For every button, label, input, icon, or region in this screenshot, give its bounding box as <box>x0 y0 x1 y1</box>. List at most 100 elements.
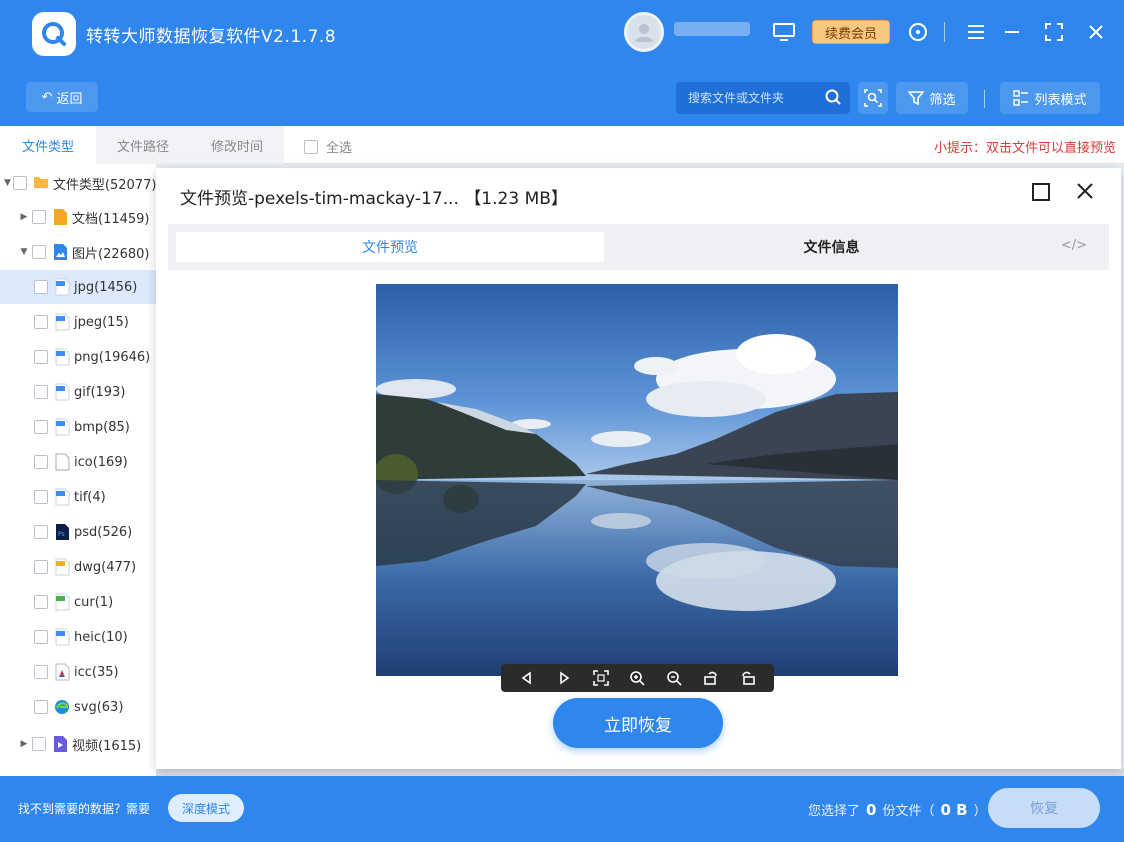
zoom-out-icon[interactable] <box>663 667 685 689</box>
avatar[interactable] <box>624 12 664 52</box>
close-icon[interactable] <box>1082 18 1110 46</box>
tree-checkbox[interactable] <box>32 210 46 224</box>
image-file-icon <box>54 628 70 646</box>
category-tabs: 文件类型 文件路径 修改时间 全选 小提示：双击文件可以直接预览 <box>0 126 1124 164</box>
tree-checkbox[interactable] <box>34 490 48 504</box>
advanced-search-icon <box>864 89 882 107</box>
select-all[interactable]: 全选 <box>304 137 352 156</box>
tree-checkbox[interactable] <box>34 385 48 399</box>
code-icon[interactable]: </> <box>1061 238 1087 253</box>
search-box[interactable] <box>676 82 850 114</box>
tab-file-path[interactable]: 文件路径 <box>96 126 190 164</box>
tree-item-cur[interactable]: cur(1) <box>0 585 156 619</box>
recover-button[interactable]: 恢复 <box>988 788 1100 828</box>
tree-label: jpg(1456) <box>74 279 138 295</box>
support-icon[interactable] <box>904 18 932 46</box>
maximize-icon[interactable] <box>1040 18 1068 46</box>
tree-item-all[interactable]: ▼ 文件类型(52077) <box>0 166 156 200</box>
filter-button[interactable]: 筛选 <box>896 82 968 114</box>
tree-item-gif[interactable]: gif(193) <box>0 375 156 409</box>
select-all-checkbox[interactable] <box>304 139 318 154</box>
tree-item-png[interactable]: png(19646) <box>0 340 156 374</box>
tree-item-jpg[interactable]: jpg(1456) <box>0 270 156 304</box>
tree-checkbox[interactable] <box>34 420 48 434</box>
search-input[interactable] <box>688 91 818 105</box>
tree-label: psd(526) <box>74 524 133 540</box>
selection-summary: 您选择了 0 份文件（ 0 B ） <box>808 800 987 819</box>
document-icon <box>52 208 68 226</box>
collapse-arrow-icon[interactable]: ▼ <box>4 178 11 188</box>
zoom-in-icon[interactable] <box>626 667 648 689</box>
dialog-close-icon[interactable] <box>1075 181 1097 203</box>
tab-file-preview[interactable]: 文件预览 <box>176 232 604 262</box>
user-name[interactable]: ██████ <box>674 22 750 36</box>
next-icon[interactable] <box>553 667 575 689</box>
image-file-icon <box>54 488 70 506</box>
expand-arrow-icon[interactable]: ▶ <box>18 739 30 749</box>
image-viewer-toolbar <box>501 664 774 692</box>
tree-item-psd[interactable]: Ps psd(526) <box>0 515 156 549</box>
title-separator <box>944 22 945 42</box>
tree-label: icc(35) <box>74 664 119 680</box>
advanced-search-button[interactable] <box>858 82 888 114</box>
dialog-title: 文件预览-pexels-tim-mackay-17... 【1.23 MB】 <box>180 184 568 209</box>
tree-label: heic(10) <box>74 629 128 645</box>
select-all-label: 全选 <box>326 141 353 156</box>
tree-item-documents[interactable]: ▶ 文档(11459) <box>0 200 156 234</box>
icc-file-icon <box>54 663 70 681</box>
selected-suffix: ） <box>973 804 987 819</box>
tree-item-svg[interactable]: svg(63) <box>0 690 156 724</box>
back-button[interactable]: ↶ 返回 <box>26 82 98 112</box>
expand-arrow-icon[interactable]: ▶ <box>18 212 30 222</box>
fit-screen-icon[interactable] <box>590 667 612 689</box>
tree-checkbox[interactable] <box>32 737 46 751</box>
tab-file-info[interactable]: 文件信息 <box>604 232 1059 262</box>
previous-icon[interactable] <box>516 667 538 689</box>
tree-item-icc[interactable]: icc(35) <box>0 655 156 689</box>
rotate-right-icon[interactable] <box>737 667 759 689</box>
tree-checkbox[interactable] <box>34 630 48 644</box>
tree-item-bmp[interactable]: bmp(85) <box>0 410 156 444</box>
tree-item-jpeg[interactable]: jpeg(15) <box>0 305 156 339</box>
view-mode-label: 列表模式 <box>1034 92 1087 108</box>
list-view-icon <box>1013 90 1029 106</box>
tree-item-heic[interactable]: heic(10) <box>0 620 156 654</box>
selected-prefix: 您选择了 <box>808 804 861 819</box>
bottom-bar: 找不到需要的数据？需要 深度模式 您选择了 0 份文件（ 0 B ） 恢复 <box>0 776 1124 842</box>
tree-checkbox[interactable] <box>34 560 48 574</box>
tree-checkbox[interactable] <box>34 525 48 539</box>
vip-renew-button[interactable]: 续费会员 <box>812 20 890 44</box>
tree-checkbox[interactable] <box>34 350 48 364</box>
tree-checkbox[interactable] <box>34 665 48 679</box>
tree-checkbox[interactable] <box>34 455 48 469</box>
tree-checkbox[interactable] <box>34 315 48 329</box>
deep-mode-button[interactable]: 深度模式 <box>168 794 244 822</box>
app-title: 转转大师数据恢复软件V2.1.7.8 <box>86 27 337 47</box>
rotate-left-icon[interactable] <box>700 667 722 689</box>
tree-item-ico[interactable]: ico(169) <box>0 445 156 479</box>
tree-item-videos[interactable]: ▶ 视频(1615) <box>0 727 156 761</box>
tree-label: dwg(477) <box>74 559 137 575</box>
tree-checkbox[interactable] <box>12 176 27 190</box>
tree-checkbox[interactable] <box>32 245 46 259</box>
dialog-maximize-icon[interactable] <box>1031 182 1053 204</box>
minimize-icon[interactable] <box>998 18 1026 46</box>
tree-item-images[interactable]: ▼ 图片(22680) <box>0 235 156 269</box>
tree-checkbox[interactable] <box>34 280 48 294</box>
image-file-icon <box>54 278 70 296</box>
tree-item-tif[interactable]: tif(4) <box>0 480 156 514</box>
tree-checkbox[interactable] <box>34 595 48 609</box>
tree-item-dwg[interactable]: dwg(477) <box>0 550 156 584</box>
toolbar: ↶ 返回 筛选 列表模式 <box>0 68 1124 126</box>
view-mode-button[interactable]: 列表模式 <box>1000 82 1100 114</box>
tab-modified-time[interactable]: 修改时间 <box>190 126 284 164</box>
menu-icon[interactable] <box>962 18 990 46</box>
search-icon[interactable] <box>824 88 842 110</box>
device-icon[interactable] <box>770 18 798 46</box>
collapse-arrow-icon[interactable]: ▼ <box>18 247 30 257</box>
filter-icon <box>908 91 925 106</box>
tree-label: bmp(85) <box>74 419 130 435</box>
recover-now-button[interactable]: 立即恢复 <box>553 698 723 748</box>
tree-checkbox[interactable] <box>34 700 48 714</box>
tab-file-type[interactable]: 文件类型 <box>0 126 96 164</box>
